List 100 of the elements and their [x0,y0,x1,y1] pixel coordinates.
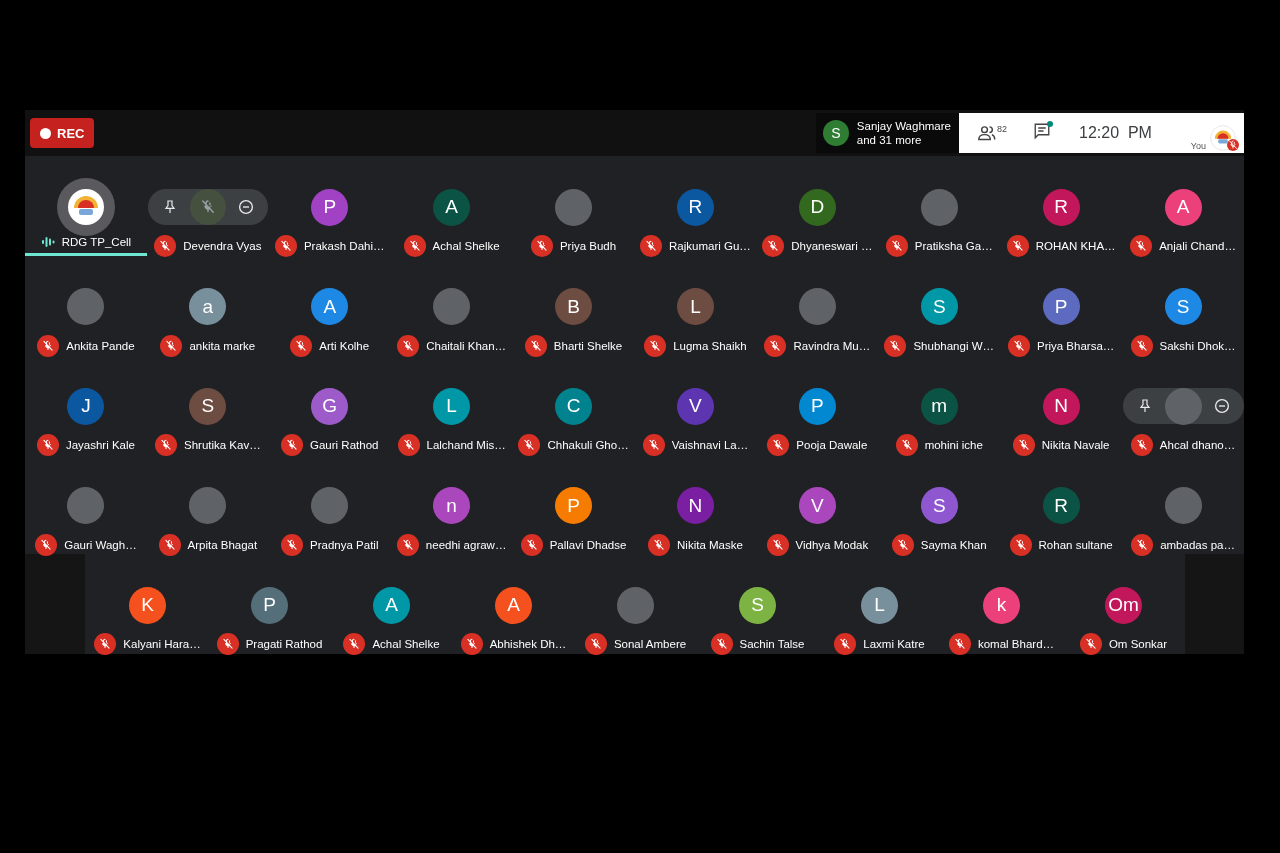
participant-name: Shrutika Kav… [184,439,261,451]
participant-name: Priya Budh [559,240,617,252]
avatar-initial: A [373,586,410,624]
participant-tile[interactable]: RDG TP_Cell [25,156,147,256]
participant-tile[interactable]: Arpita Bhagat [146,454,269,554]
participant-name: Arpita Bhagat [187,538,258,551]
participant-tile[interactable]: S Shubhangi W… [878,255,1001,355]
participant-tile[interactable]: A Achal Shelke [330,554,453,654]
participant-tile[interactable]: L Laxmi Katre [818,554,941,654]
avatar-initial: a [189,288,227,325]
participant-tile[interactable]: Om Om Sonkar [1062,554,1185,654]
participant-name: Sachin Talse [739,638,805,650]
participant-tile[interactable]: Ravindra Mu… [756,255,879,355]
participant-tile[interactable]: V Vidhya Modak [756,454,879,554]
photo-placeholder [1164,487,1202,524]
participant-tile[interactable]: N Nikita Maske [634,454,757,554]
photo-placeholder [67,487,105,524]
speaker-more: and 31 more [856,133,923,147]
avatar-initial: N [1042,387,1080,425]
participant-tile[interactable]: Devendra Vyas [146,156,269,256]
participant-tile[interactable]: Ankita Pande [25,255,147,355]
mic-off-icon [189,189,226,225]
photo-placeholder [433,288,471,325]
participant-tile[interactable]: P Priya Bharsa… [1000,255,1123,355]
participant-tile[interactable]: K Kalyani Hara… [86,554,209,654]
avatar-initial: L [861,586,898,624]
chat-icon[interactable] [1033,122,1051,140]
speaker-name: Sanjay Waghmare [856,119,951,133]
avatar-initial: P [1042,288,1080,325]
avatar-initial: V [676,387,714,425]
participant-tile[interactable]: a ankita marke [146,255,269,355]
participant-tile[interactable]: D Dhyaneswari … [756,156,879,256]
avatar-initial: A [433,188,471,226]
participant-tile[interactable]: N Nikita Navale [1000,355,1123,455]
avatar-initial: Om [1105,586,1142,624]
avatar-initial: A [1164,188,1202,226]
participant-tile[interactable]: Sonal Ambere [574,554,697,654]
participant-tile[interactable]: S Sachin Talse [696,554,819,654]
participant-tile[interactable]: ambadas pa… [1122,454,1244,554]
avatar-initial: R [676,188,714,226]
participant-name: ROHAN KHA… [1035,240,1116,252]
avatar-initial: B [555,288,593,325]
participant-tile[interactable]: Pradnya Patil [268,454,391,554]
participant-tile[interactable]: L Lugma Shaikh [634,255,757,355]
avatar-initial: k [983,586,1020,624]
avatar-initial: L [433,387,471,425]
participant-name: Rohan sultane [1038,538,1113,551]
participant-name: RDG TP_Cell [61,236,132,248]
avatar-initial: S [1164,288,1202,325]
participant-tile[interactable]: J Jayashri Kale [25,355,147,455]
participant-tile[interactable]: Pratiksha Ga… [878,156,1001,256]
participant-tile[interactable]: m mohini iche [878,355,1001,455]
participant-name: needhi agraw… [425,538,507,551]
people-count: 82 [997,124,1007,134]
photo-placeholder [189,487,227,524]
participant-tile[interactable]: P Pallavi Dhadse [512,454,635,554]
self-label: You [1190,141,1206,151]
participant-name: Kalyani Hara… [123,638,201,650]
photo-placeholder [617,586,654,624]
people-icon[interactable] [977,124,997,142]
participant-tile[interactable]: G Gauri Rathod [268,355,391,455]
participant-tile[interactable]: A Achal Shelke [390,156,513,256]
participant-tile[interactable]: P Pragati Rathod [208,554,331,654]
participant-tile[interactable]: S Shrutika Kav… [146,355,269,455]
participant-tile[interactable]: A Anjali Chand… [1122,156,1244,256]
avatar-initial: S [189,387,227,425]
participant-name: Ahcal dhano… [1159,439,1236,451]
participant-name: Ravindra Mu… [793,339,871,352]
participant-tile[interactable]: A Arti Kolhe [268,255,391,355]
participant-name: Pradnya Patil [310,538,379,551]
participant-tile[interactable]: S Sakshi Dhok… [1122,255,1244,355]
participant-name: Gauri Rathod [310,439,379,451]
participant-tile[interactable]: R Rohan sultane [1000,454,1123,554]
participant-name: Gauri Wagh… [64,538,137,551]
participant-tile[interactable]: Gauri Wagh… [25,454,147,554]
participant-name: Nikita Navale [1041,439,1110,451]
participant-tile[interactable]: A Abhishek Dh… [452,554,575,654]
participant-tile[interactable]: Ahcal dhano… [1122,355,1244,455]
avatar-initial: A [311,288,349,325]
participant-name: Lugma Shaikh [673,339,747,352]
participant-tile[interactable]: L Lalchand Mis… [390,355,513,455]
participant-name: Sakshi Dhok… [1159,339,1236,352]
participant-tile[interactable]: S Sayma Khan [878,454,1001,554]
avatar-initial: P [798,387,836,425]
participant-tile[interactable]: R Rajkumari Gu… [634,156,757,256]
avatar-initial: m [920,387,958,425]
participant-tile[interactable]: n needhi agraw… [390,454,513,554]
participant-name: Jayashri Kale [65,439,135,451]
participant-tile[interactable]: Priya Budh [512,156,635,256]
participant-tile[interactable]: B Bharti Shelke [512,255,635,355]
rec-button[interactable]: REC [30,118,95,148]
participant-tile[interactable]: V Vaishnavi La… [634,355,757,455]
participant-tile[interactable]: P Pooja Dawale [756,355,879,455]
participant-tile[interactable]: Chaitali Khan… [390,255,513,355]
photo-placeholder [798,288,836,325]
participant-tile[interactable]: R ROHAN KHA… [1000,156,1123,256]
participant-tile[interactable]: k komal Bhard… [940,554,1063,654]
participant-tile[interactable]: P Prakash Dahi… [268,156,391,256]
participant-tile[interactable]: C Chhakuli Gho… [512,355,635,455]
logo-icon [66,188,105,226]
